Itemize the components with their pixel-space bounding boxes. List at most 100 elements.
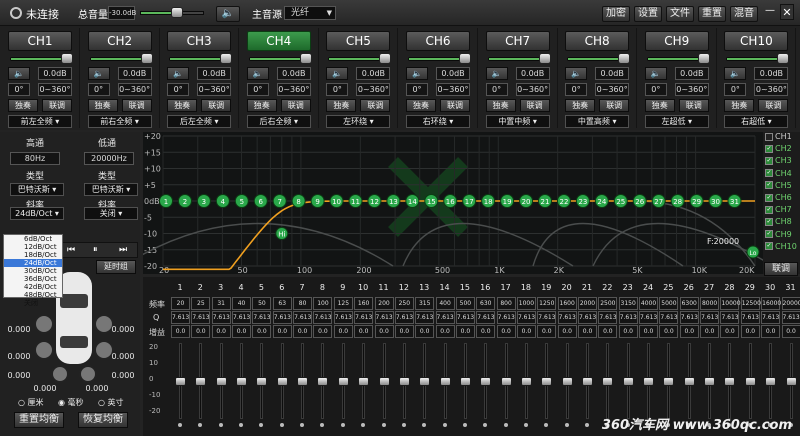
band-q[interactable]: 7.613 [516,311,536,324]
channel-link-button[interactable]: 联调 [280,99,311,112]
slope-option[interactable]: 6dB/Oct [4,235,62,243]
unit-radio-inch[interactable]: ○ 英寸 [98,397,124,408]
channel-phase-value[interactable]: 0° [565,83,588,96]
band-q[interactable]: 7.613 [232,311,252,324]
channel-select-button[interactable]: CH3 [167,31,232,51]
slope-option[interactable]: 18dB/Oct [4,251,62,259]
channel-volume-slider[interactable] [726,53,790,64]
eq-graph-canvas[interactable]: +20+15+10+50dB-5-10-15-20 20 50 100 200 500 1K… [122,132,774,275]
eq-point[interactable]: 18 [481,194,496,208]
channel-visibility-checkbox[interactable]: ✓ CH7 [765,205,792,214]
channel-select-button[interactable]: CH7 [485,31,550,51]
band-q[interactable]: 7.613 [598,311,618,324]
channel-phase-value[interactable]: 0° [406,83,428,96]
channel-select-button[interactable]: CH9 [644,31,709,51]
band-gain-fader-knob[interactable] [459,377,471,386]
channel-visibility-checkbox[interactable]: ✓ CH3 [765,156,792,165]
channel-mute-icon[interactable]: 🔈 [644,67,667,80]
band-gain[interactable]: 0.0 [394,325,414,338]
channel-volume-knob[interactable] [459,53,471,64]
encrypt-button[interactable]: 加密 [602,6,630,22]
channel-solo-button[interactable]: 独奏 [87,99,118,112]
band-frequency[interactable]: 12500 [740,297,761,310]
band-frequency[interactable]: 250 [394,297,414,310]
band-frequency[interactable]: 20000 [781,297,800,310]
channel-link-button[interactable]: 联调 [121,99,152,112]
band-gain[interactable]: 0.0 [761,325,781,338]
band-gain-fader-knob[interactable] [500,377,512,386]
band-q[interactable]: 7.613 [761,311,781,324]
band-gain[interactable]: 0.0 [272,325,292,338]
speaker-front-left-icon[interactable] [34,314,54,334]
band-q[interactable]: 7.613 [476,311,496,324]
channel-link-button[interactable]: 联调 [360,99,391,112]
band-q[interactable]: 7.613 [394,311,414,324]
band-q[interactable]: 7.613 [700,311,720,324]
band-gain-fader-knob[interactable] [317,377,329,386]
highpass-frequency[interactable]: 80Hz [10,152,60,165]
channel-solo-button[interactable]: 独奏 [8,99,38,112]
channel-link-button[interactable]: 联调 [42,99,72,112]
channel-position-select[interactable]: 右超低 ▾ [724,115,789,128]
band-gain[interactable]: 0.0 [740,325,760,338]
slope-option[interactable]: 36dB/Oct [4,275,62,283]
band-frequency[interactable]: 4000 [639,297,659,310]
band-gain-fader-knob[interactable] [378,377,390,386]
channel-select-button[interactable]: CH2 [87,31,152,51]
band-frequency[interactable]: 31 [211,297,231,310]
eq-point[interactable]: 10 [329,194,344,208]
band-q[interactable]: 7.613 [435,311,455,324]
band-gain-fader-knob[interactable] [215,377,227,386]
channel-link-button[interactable]: 联调 [440,99,470,112]
eq-point[interactable]: 14 [405,194,420,208]
channel-solo-button[interactable]: 独奏 [644,99,675,112]
channel-phase-range[interactable]: 0~360° [356,83,391,96]
channel-mute-icon[interactable]: 🔈 [724,67,747,80]
channel-volume-value[interactable]: 0.0dB [595,67,630,80]
band-q[interactable]: 7.613 [740,311,760,324]
band-gain-fader-knob[interactable] [704,377,716,386]
channel-volume-value[interactable]: 0.0dB [754,67,789,80]
band-gain[interactable]: 0.0 [659,325,679,338]
band-gain-fader-knob[interactable] [439,377,451,386]
band-frequency[interactable]: 16000 [761,297,781,310]
band-gain[interactable]: 0.0 [618,325,638,338]
lowpass-slope-select[interactable]: 关闭 ▾ [84,207,138,220]
channel-mute-icon[interactable]: 🔈 [167,67,190,80]
band-gain[interactable]: 0.0 [252,325,272,338]
band-gain-fader-knob[interactable] [398,377,410,386]
channel-phase-range[interactable]: 0~360° [38,83,72,96]
channel-phase-value[interactable]: 0° [326,83,349,96]
band-gain[interactable]: 0.0 [191,325,211,338]
eq-point[interactable]: 29 [689,194,704,208]
channel-position-select[interactable]: 后右全频 ▾ [246,115,311,128]
band-gain-fader-knob[interactable] [582,377,593,386]
band-gain[interactable]: 0.0 [333,325,353,338]
band-frequency[interactable]: 8000 [700,297,720,310]
speaker-sub-left-icon[interactable] [51,365,69,383]
band-frequency[interactable]: 1250 [537,297,557,310]
band-frequency[interactable]: 400 [435,297,455,310]
band-q[interactable]: 7.613 [496,311,516,324]
channel-phase-value[interactable]: 0° [485,83,508,96]
channel-mute-icon[interactable]: 🔈 [565,67,588,80]
channel-phase-value[interactable]: 0° [644,83,667,96]
band-q[interactable]: 7.613 [191,311,211,324]
band-q[interactable]: 7.613 [720,311,740,324]
band-gain-fader-knob[interactable] [541,377,553,386]
band-gain-fader-knob[interactable] [297,377,309,386]
channel-position-select[interactable]: 右环绕 ▾ [406,115,470,128]
band-gain[interactable]: 0.0 [232,325,252,338]
channel-mute-icon[interactable]: 🔈 [87,67,110,80]
band-frequency[interactable]: 2500 [598,297,618,310]
band-gain[interactable]: 0.0 [211,325,231,338]
channel-solo-button[interactable]: 独奏 [246,99,277,112]
channel-visibility-checkbox[interactable]: ✓ CH8 [765,217,792,226]
channel-phase-range[interactable]: 0~360° [117,83,152,96]
channel-volume-value[interactable]: 0.0dB [515,67,550,80]
channel-phase-value[interactable]: 0° [87,83,110,96]
band-gain[interactable]: 0.0 [557,325,577,338]
eq-point[interactable]: 15 [424,194,439,208]
slope-dropdown-list[interactable]: 6dB/Oct 12dB/Oct 18dB/Oct 24dB/Oct 30dB/Oct 3… [3,234,63,307]
band-frequency[interactable]: 6300 [679,297,699,310]
